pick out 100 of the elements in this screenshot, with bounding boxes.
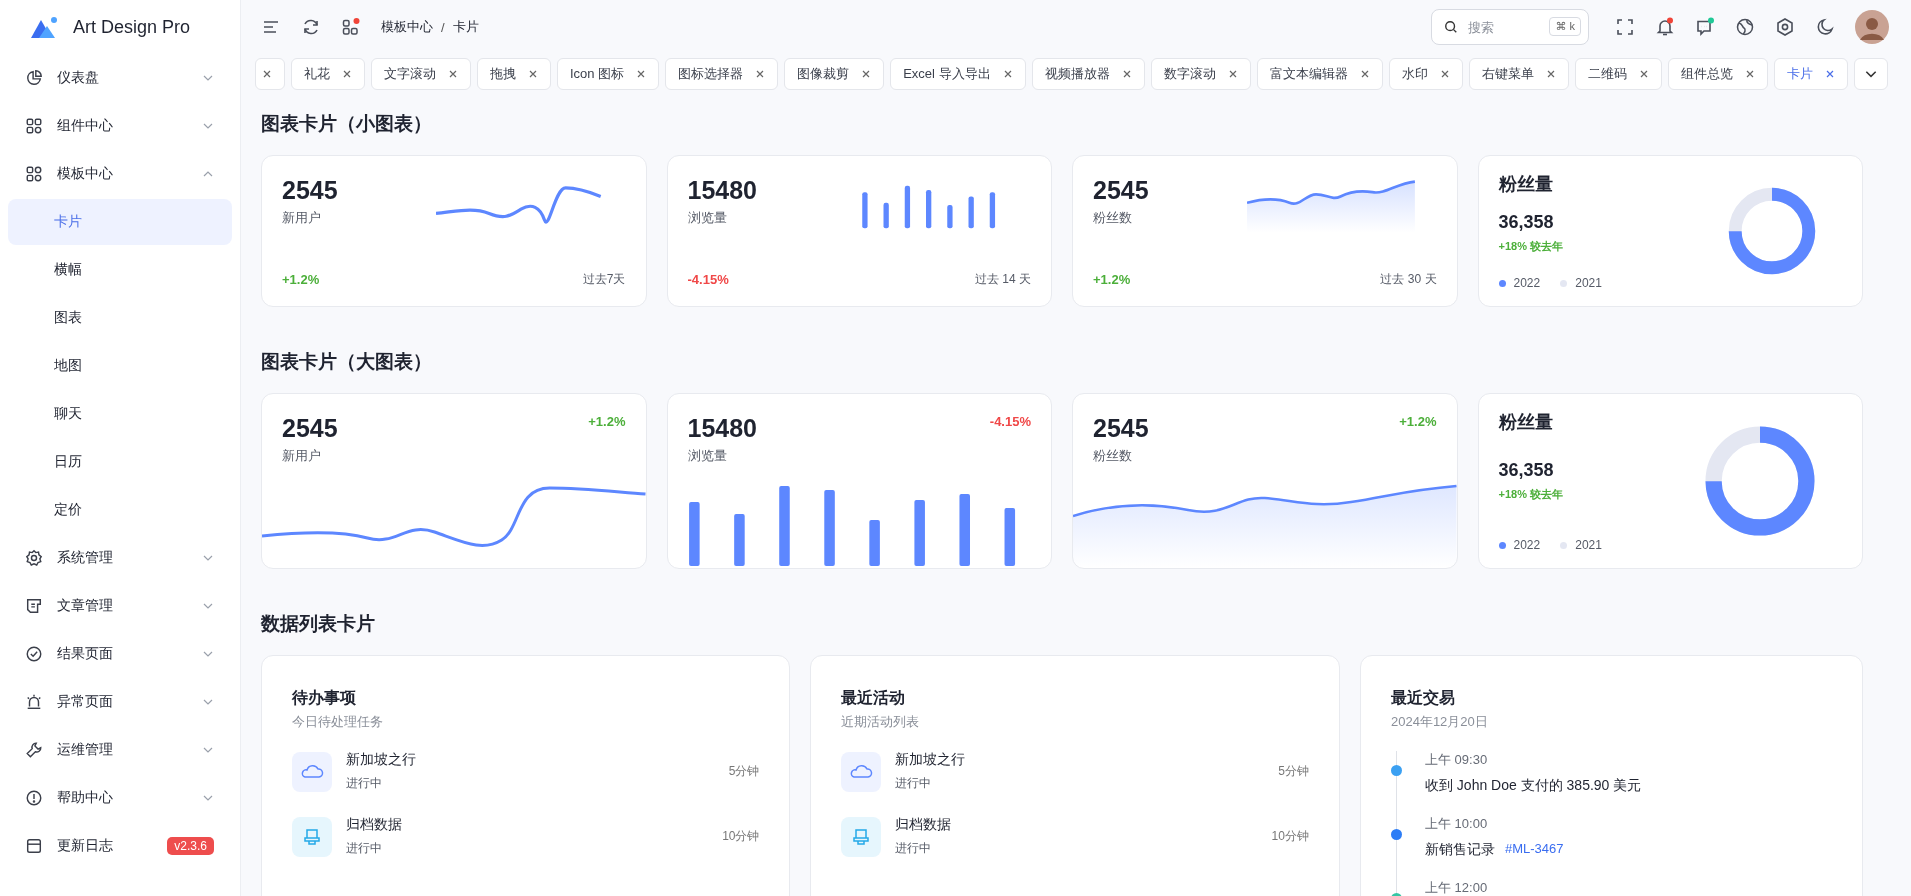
page-tab[interactable]: 富文本编辑器 — [1256, 58, 1383, 90]
page-tab[interactable]: Icon 图标 — [557, 58, 660, 90]
page-tab[interactable]: 组件总览 — [1667, 58, 1768, 90]
page-tab[interactable]: 水印 — [1388, 58, 1463, 90]
chat-icon[interactable] — [1695, 17, 1715, 37]
card-title: 最近交易 — [1390, 688, 1456, 708]
submenu-item[interactable]: 聊天 — [8, 391, 232, 437]
sidebar-item[interactable]: 系统管理 — [0, 534, 240, 582]
page-tab[interactable]: 卡片 — [1773, 58, 1848, 90]
close-icon[interactable] — [636, 69, 647, 79]
change-text: +18% 较去年 — [1498, 239, 1564, 254]
stat-value: 15480 — [687, 176, 758, 205]
page-tab[interactable]: 图标选择器 — [665, 58, 779, 90]
order-link[interactable]: #ML-3467 — [1504, 841, 1564, 859]
change-text: +1.2% — [1093, 272, 1131, 287]
sidebar-item[interactable]: 运维管理 — [0, 726, 240, 774]
page-tab[interactable]: 右键菜单 — [1468, 58, 1569, 90]
close-icon[interactable] — [262, 69, 272, 79]
page-tab[interactable]: 礼花 — [291, 58, 365, 90]
close-icon[interactable] — [1824, 69, 1835, 79]
section-title: 图表卡片（大图表） — [261, 351, 433, 373]
close-icon[interactable] — [342, 69, 352, 79]
close-icon[interactable] — [1744, 69, 1755, 79]
sidebar-item[interactable]: 帮助中心 — [0, 774, 240, 822]
close-icon[interactable] — [755, 69, 766, 79]
shortcut-key: ⌘ k — [1549, 17, 1581, 36]
submenu-item[interactable]: 卡片 — [8, 199, 232, 245]
stat-value: 36,358 — [1498, 460, 1555, 481]
submenu-item[interactable]: 图表 — [8, 295, 232, 341]
card-title: 最近活动 — [841, 688, 907, 708]
legend-label: 2021 — [1575, 538, 1602, 552]
stat-value: 2545 — [1093, 176, 1149, 205]
transaction-time: 上午 10:00 — [1424, 815, 1489, 833]
close-icon[interactable] — [1545, 69, 1556, 79]
stat-label: 粉丝数 — [1093, 209, 1133, 227]
search-icon — [1444, 20, 1458, 34]
sidebar-item[interactable]: 异常页面 — [0, 678, 240, 726]
page-tab[interactable]: 数字滚动 — [1150, 58, 1251, 90]
task-time: 10分钟 — [722, 828, 760, 845]
change-text: +1.2% — [588, 414, 626, 429]
close-icon[interactable] — [861, 69, 872, 79]
change-text: +18% 较去年 — [1498, 487, 1564, 502]
close-icon[interactable] — [1439, 69, 1450, 79]
close-icon[interactable] — [1002, 69, 1013, 79]
period-label: 过去7天 — [582, 271, 626, 288]
refresh-icon[interactable] — [301, 17, 321, 37]
archive-icon — [292, 816, 332, 857]
card-subtitle: 2024年12月20日 — [1390, 713, 1489, 731]
task-title: 归档数据 — [346, 816, 403, 834]
close-icon[interactable] — [1359, 69, 1370, 79]
page-tab[interactable]: Excel 导入导出 — [890, 58, 1026, 90]
close-icon[interactable] — [448, 69, 458, 79]
page-tab[interactable]: 拖拽 — [477, 58, 551, 90]
sidebar-item[interactable]: 文章管理 — [0, 582, 240, 630]
page-tab[interactable]: 二维码 — [1574, 58, 1662, 90]
settings-icon[interactable] — [1775, 17, 1795, 37]
submenu-item[interactable]: 日历 — [8, 439, 232, 485]
stat-label: 粉丝数 — [1093, 447, 1133, 465]
cloud-icon — [292, 751, 332, 792]
close-icon[interactable] — [1227, 69, 1238, 79]
task-status: 进行中 — [346, 775, 383, 792]
stat-label: 新用户 — [282, 447, 322, 465]
section-title: 数据列表卡片 — [261, 613, 376, 635]
stat-label: 新用户 — [282, 209, 322, 227]
sidebar-item[interactable]: 模板中心 — [0, 150, 240, 198]
task-title: 新加坡之行 — [895, 751, 967, 769]
apps-icon[interactable] — [341, 17, 361, 37]
version-badge: v2.3.6 — [167, 837, 214, 855]
stat-value: 15480 — [687, 414, 758, 443]
avatar[interactable] — [1855, 10, 1889, 44]
task-title: 归档数据 — [895, 816, 953, 834]
legend-label: 2022 — [1513, 538, 1541, 552]
submenu-item[interactable]: 定价 — [8, 487, 232, 533]
sidebar-item[interactable]: 组件中心 — [0, 102, 240, 150]
breadcrumb-item[interactable]: 卡片 — [452, 18, 479, 36]
card-title: 粉丝量 — [1498, 173, 1554, 196]
sidebar-item[interactable]: 仪表盘 — [0, 54, 240, 102]
breadcrumb-item[interactable]: 模板中心 — [381, 18, 433, 36]
close-icon[interactable] — [1121, 69, 1132, 79]
sidebar-item[interactable]: 更新日志 v2.3.6 — [0, 822, 240, 870]
stat-value: 2545 — [1093, 414, 1149, 443]
task-status: 进行中 — [895, 840, 933, 857]
change-text: -4.15% — [989, 414, 1031, 429]
page-tab[interactable]: 视频播放器 — [1031, 58, 1145, 90]
close-icon[interactable] — [1638, 69, 1649, 79]
moon-icon[interactable] — [1815, 17, 1835, 37]
transaction-time: 上午 12:00 — [1424, 879, 1489, 896]
bell-icon[interactable] — [1655, 17, 1675, 37]
task-status: 进行中 — [895, 775, 933, 792]
fullscreen-icon[interactable] — [1615, 17, 1635, 37]
sidebar-item[interactable]: 结果页面 — [0, 630, 240, 678]
page-tab[interactable]: 文字滚动 — [371, 58, 471, 90]
submenu-item[interactable]: 地图 — [8, 343, 232, 389]
card-subtitle: 今日待处理任务 — [292, 713, 384, 731]
submenu-item[interactable]: 横幅 — [8, 247, 232, 293]
page-tab[interactable]: 图像裁剪 — [784, 58, 885, 90]
stat-value: 2545 — [282, 414, 338, 443]
close-icon[interactable] — [528, 69, 538, 79]
globe-icon[interactable] — [1735, 17, 1755, 37]
change-text: +1.2% — [1399, 414, 1437, 429]
